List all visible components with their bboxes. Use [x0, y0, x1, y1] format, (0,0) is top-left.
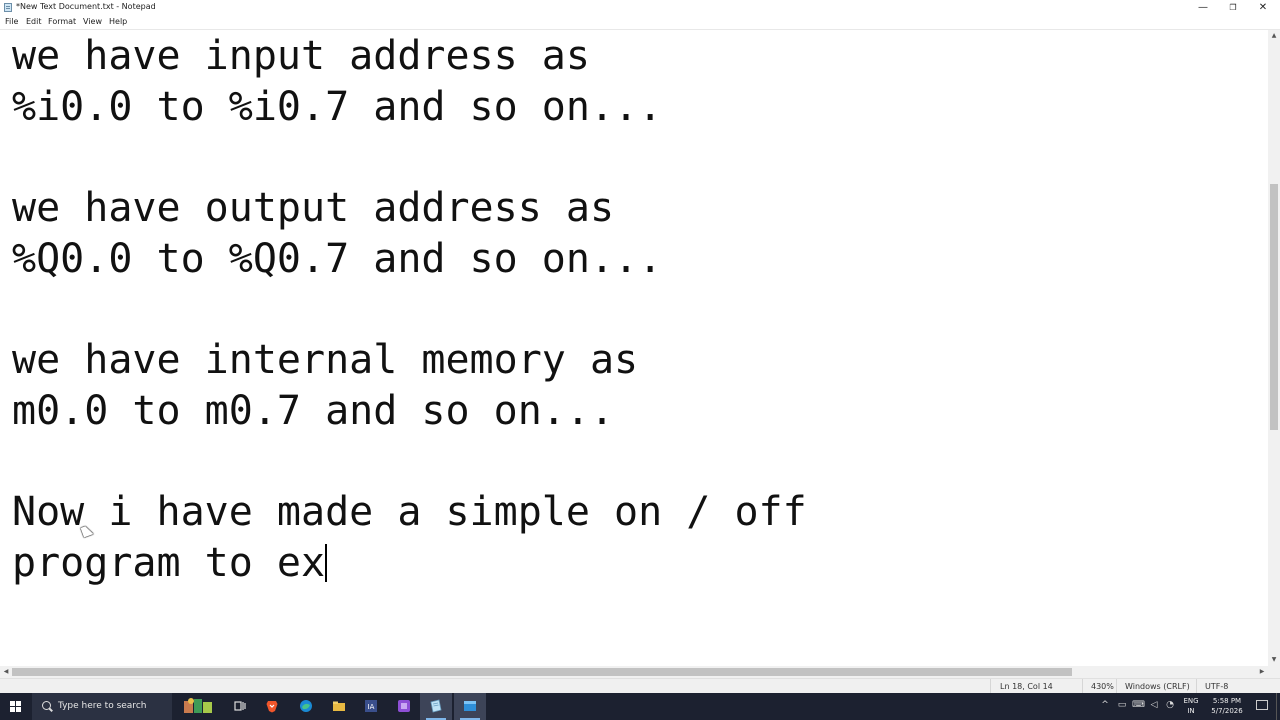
- clock-date: 5/7/2026: [1211, 707, 1243, 715]
- horizontal-scrollbar[interactable]: ◀ ▶: [0, 666, 1268, 678]
- file-explorer-icon[interactable]: [323, 693, 355, 720]
- speaker-muted-icon[interactable]: ◁: [1148, 698, 1160, 712]
- text-caret: [325, 544, 328, 582]
- editor-line: we have output address as: [12, 185, 615, 231]
- search-icon: [42, 701, 51, 710]
- scroll-left-arrow-icon[interactable]: ◀: [0, 666, 12, 678]
- notepad-icon: [4, 3, 12, 12]
- editor-line: m0.0 to m0.7 and so on...: [12, 388, 615, 434]
- close-button[interactable]: ✕: [1248, 0, 1278, 15]
- status-divider: [1196, 679, 1197, 694]
- editor-line: we have internal memory as: [12, 337, 639, 383]
- menu-file[interactable]: File: [5, 16, 18, 28]
- show-desktop-button[interactable]: [1276, 693, 1277, 720]
- search-placeholder: Type here to search: [58, 701, 147, 711]
- editor-line-text: program to ex: [12, 540, 326, 586]
- codesys-icon[interactable]: IA: [355, 693, 387, 720]
- cursor-position: Ln 18, Col 14: [1000, 682, 1053, 691]
- svg-text:IA: IA: [368, 703, 375, 711]
- edge-browser-icon[interactable]: [290, 693, 322, 720]
- taskbar: Type here to search IA ^ ▭ ⌨ ◁ ◔ ENG IN: [0, 693, 1280, 720]
- taskbar-search[interactable]: Type here to search: [32, 693, 172, 720]
- task-view-icon[interactable]: [224, 693, 256, 720]
- brave-browser-icon[interactable]: [256, 693, 288, 720]
- horizontal-scroll-thumb[interactable]: [12, 668, 1072, 676]
- status-bar: Ln 18, Col 14 430% Windows (CRLF) UTF-8: [0, 678, 1280, 694]
- editor-line: we have input address as: [12, 33, 590, 79]
- network-device-icon[interactable]: ▭: [1116, 698, 1128, 712]
- scroll-down-arrow-icon[interactable]: ▼: [1268, 654, 1280, 666]
- keyboard-icon[interactable]: ⌨: [1132, 698, 1145, 712]
- scroll-up-arrow-icon[interactable]: ▲: [1268, 30, 1280, 42]
- clock-time: 5:58 PM: [1212, 697, 1242, 705]
- windows-logo-icon: [10, 701, 21, 712]
- title-bar: *New Text Document.txt - Notepad — ❐ ✕: [0, 0, 1280, 15]
- system-clock[interactable]: 5:58 PM 5/7/2026: [1204, 696, 1250, 716]
- menu-edit[interactable]: Edit: [26, 16, 42, 28]
- menu-help[interactable]: Help: [109, 16, 127, 28]
- editor-line: %i0.0 to %i0.7 and so on...: [12, 84, 663, 130]
- wifi-icon[interactable]: ◔: [1164, 698, 1176, 712]
- input-language[interactable]: ENG IN: [1181, 696, 1201, 716]
- scrollbar-corner: [1268, 666, 1280, 678]
- line-ending: Windows (CRLF): [1125, 682, 1190, 691]
- zoom-level: 430%: [1091, 682, 1114, 691]
- text-editor[interactable]: we have input address as %i0.0 to %i0.7 …: [0, 30, 1268, 666]
- notepad-taskbar-icon[interactable]: [420, 693, 452, 720]
- status-divider: [1116, 679, 1117, 694]
- start-button[interactable]: [0, 693, 32, 720]
- status-divider: [1082, 679, 1083, 694]
- window-title: *New Text Document.txt - Notepad: [16, 2, 156, 11]
- editor-line-current: program to ex: [12, 540, 328, 586]
- menu-format[interactable]: Format: [48, 16, 76, 28]
- vertical-scroll-thumb[interactable]: [1270, 184, 1278, 430]
- maximize-button[interactable]: ❐: [1218, 0, 1248, 15]
- vertical-scrollbar[interactable]: ▲ ▼: [1268, 30, 1280, 666]
- encoding: UTF-8: [1205, 682, 1229, 691]
- language-region: IN: [1187, 707, 1195, 715]
- menu-view[interactable]: View: [83, 16, 102, 28]
- minimize-button[interactable]: —: [1188, 0, 1218, 15]
- status-divider: [990, 679, 991, 694]
- weather-widget-icon[interactable]: [180, 693, 216, 720]
- scroll-right-arrow-icon[interactable]: ▶: [1256, 666, 1268, 678]
- menu-bar: File Edit Format View Help: [0, 15, 1280, 30]
- editor-line: Now i have made a simple on / off: [12, 489, 807, 535]
- visual-studio-icon[interactable]: [388, 693, 420, 720]
- language-code: ENG: [1183, 697, 1199, 705]
- editor-line: %Q0.0 to %Q0.7 and so on...: [12, 236, 663, 282]
- show-hidden-icons-icon[interactable]: ^: [1100, 698, 1110, 712]
- notification-icon[interactable]: [1256, 700, 1268, 710]
- app-window-icon[interactable]: [454, 693, 486, 720]
